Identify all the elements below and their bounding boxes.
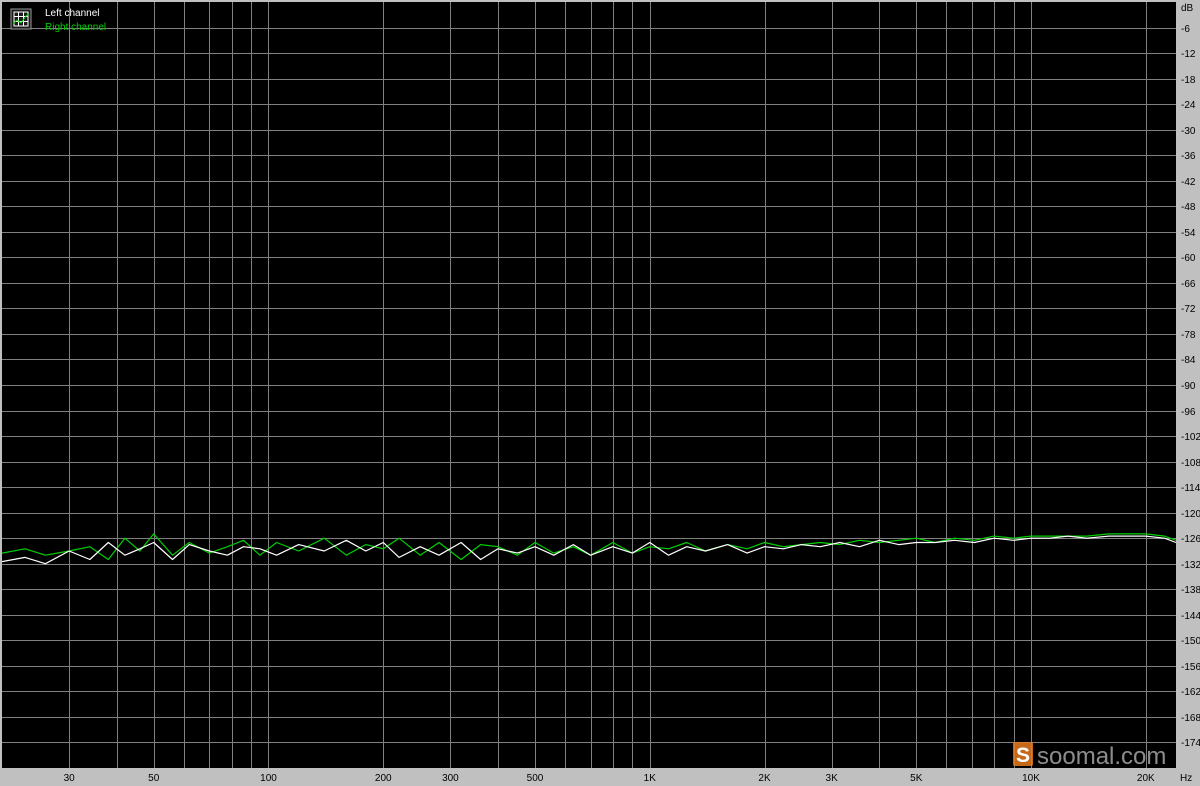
y-tick-label: -108 <box>1181 458 1200 469</box>
spectrum-chart: -6 -12 -18 -24 -30 -36 -42 -48 -54 -60 -66 -72 -78 -8… <box>0 0 1200 786</box>
y-tick-label: -168 <box>1181 713 1200 724</box>
y-tick-label: -42 <box>1181 177 1196 188</box>
legend-icon <box>10 8 32 30</box>
x-tick-label: 200 <box>375 773 392 784</box>
y-tick-label: -162 <box>1181 687 1200 698</box>
y-tick-label: -66 <box>1181 279 1196 290</box>
y-tick-label: -84 <box>1181 355 1196 366</box>
x-tick-label: 30 <box>64 773 76 784</box>
x-tick-label: 1K <box>644 773 657 784</box>
x-tick-label: 50 <box>148 773 160 784</box>
x-tick-label: 2K <box>758 773 771 784</box>
y-tick-label: -48 <box>1181 202 1196 213</box>
x-tick-label: 300 <box>442 773 459 784</box>
y-tick-label: -12 <box>1181 49 1196 60</box>
y-tick-label: -90 <box>1181 381 1196 392</box>
y-tick-label: -54 <box>1181 228 1196 239</box>
y-tick-label: -18 <box>1181 75 1196 86</box>
x-tick-label: 20K <box>1137 773 1155 784</box>
svg-text:S: S <box>1016 744 1030 767</box>
legend-item-right-channel: Right channel <box>45 22 106 33</box>
x-tick-label: 5K <box>910 773 923 784</box>
soomal-s-logo-icon: S <box>1013 742 1033 767</box>
y-tick-label: -102 <box>1181 432 1200 443</box>
watermark-text: soomal.com <box>1037 743 1166 770</box>
y-tick-label: -126 <box>1181 534 1200 545</box>
x-tick-label: 500 <box>527 773 544 784</box>
y-tick-label: -174 <box>1181 738 1200 749</box>
x-unit-label: Hz <box>1180 773 1192 784</box>
y-tick-label: -132 <box>1181 560 1200 571</box>
x-tick-label: 10K <box>1022 773 1040 784</box>
y-tick-label: -72 <box>1181 304 1196 315</box>
y-tick-label: -114 <box>1181 483 1200 494</box>
y-tick-label: -78 <box>1181 330 1196 341</box>
y-tick-label: -24 <box>1181 100 1196 111</box>
x-tick-label: 3K <box>826 773 839 784</box>
x-tick-label: 100 <box>260 773 277 784</box>
y-tick-label: -120 <box>1181 509 1200 520</box>
legend-item-left-channel: Left channel <box>45 8 100 19</box>
y-tick-label: -144 <box>1181 611 1200 622</box>
y-tick-label: -36 <box>1181 151 1196 162</box>
y-tick-label: -60 <box>1181 253 1196 264</box>
y-tick-label: -6 <box>1181 24 1190 35</box>
y-unit-label: dB <box>1181 3 1194 14</box>
y-tick-label: -96 <box>1181 407 1196 418</box>
y-tick-label: -138 <box>1181 585 1200 596</box>
y-tick-label: -156 <box>1181 662 1200 673</box>
y-tick-label: -30 <box>1181 126 1196 137</box>
y-tick-label: -150 <box>1181 636 1200 647</box>
